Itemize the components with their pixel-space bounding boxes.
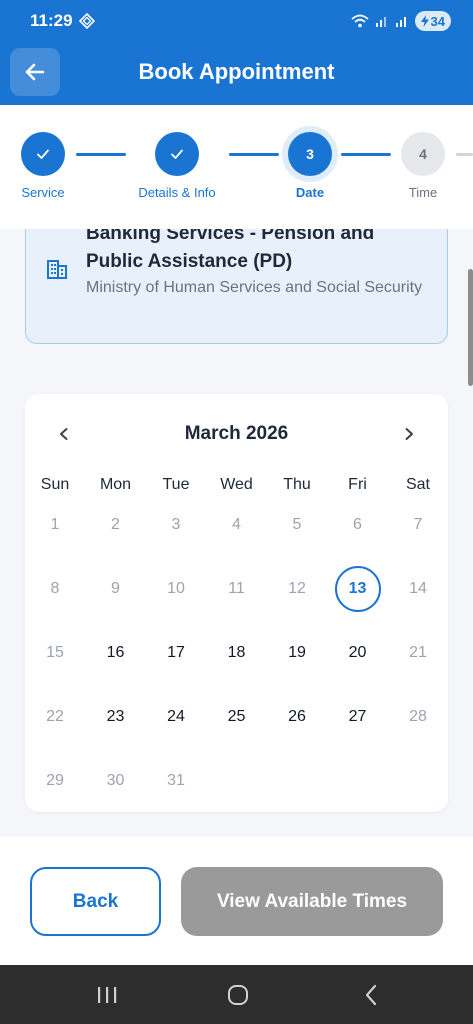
month-title: March 2026 [184, 423, 289, 444]
day-16[interactable]: 16 [93, 630, 139, 676]
vpn-diamond-icon [79, 13, 95, 29]
day-8: 8 [50, 580, 60, 597]
day-15: 15 [46, 644, 64, 661]
battery-level: 34 [430, 13, 445, 29]
step-connector [456, 153, 473, 156]
step-2-indicator [155, 132, 199, 176]
day-22: 22 [46, 708, 64, 725]
day-18[interactable]: 18 [214, 630, 260, 676]
footer-actions: Back View Available Times [0, 837, 473, 965]
scrollbar[interactable] [468, 269, 473, 386]
step-connector [341, 153, 391, 156]
calendar: March 2026 Sun Mon Tue Wed Thu Fri Sat 1234567… [25, 394, 448, 812]
content-area[interactable]: Banking Services - Pension and Public As… [0, 229, 473, 837]
weekday-thu: Thu [283, 476, 311, 493]
day-10: 10 [167, 580, 185, 597]
wifi-icon [350, 14, 369, 28]
weekday-tue: Tue [162, 476, 190, 493]
signal-icon [375, 17, 386, 27]
day-28: 28 [409, 708, 427, 725]
service-ministry: Ministry of Human Services and Social Se… [86, 279, 423, 296]
step-2-label: Details & Info [138, 185, 216, 200]
day-5: 5 [292, 516, 302, 533]
check-icon [37, 149, 49, 159]
day-26[interactable]: 26 [274, 694, 320, 740]
day-11: 11 [228, 580, 245, 597]
step-4-indicator: 4 [401, 132, 445, 176]
progress-stepper: 3 4 Service Details & Info Date Time [0, 105, 473, 229]
status-bar: 11:29 34 [0, 0, 473, 42]
day-27[interactable]: 27 [335, 694, 381, 740]
day-25[interactable]: 25 [214, 694, 260, 740]
day-2: 2 [111, 516, 120, 533]
day-17[interactable]: 17 [153, 630, 199, 676]
day-12: 12 [288, 580, 306, 597]
day-20[interactable]: 20 [335, 630, 381, 676]
day-7: 7 [413, 516, 423, 533]
weekday-fri: Fri [348, 476, 367, 493]
day-23[interactable]: 23 [93, 694, 139, 740]
charging-bolt-icon [420, 15, 429, 27]
recent-apps-icon[interactable] [95, 983, 119, 1007]
day-3: 3 [171, 516, 181, 533]
step-connector [76, 153, 126, 156]
system-nav-bar [0, 965, 473, 1024]
status-time: 11:29 [30, 11, 73, 30]
day-21: 21 [409, 644, 427, 661]
day-30: 30 [106, 772, 125, 789]
view-available-times-button[interactable]: View Available Times [181, 867, 443, 936]
step-1-label: Service [21, 185, 65, 200]
check-icon [171, 149, 183, 159]
day-1: 1 [50, 516, 60, 533]
step-connector [229, 153, 279, 156]
weekday-mon: Mon [99, 476, 132, 493]
step-3-label: Date [295, 185, 325, 200]
selected-day-13[interactable]: 13 [334, 566, 381, 612]
signal-icon-2 [395, 17, 406, 27]
day-24[interactable]: 24 [153, 694, 199, 740]
step-3-indicator: 3 [288, 132, 332, 176]
battery-indicator: 34 [414, 11, 451, 31]
step-4-label: Time [408, 185, 438, 200]
next-month-button[interactable] [396, 421, 422, 447]
day-6: 6 [353, 516, 362, 533]
app-header: 11:29 34 Book Appointment [0, 0, 473, 105]
home-icon[interactable] [226, 983, 250, 1007]
chevron-right-icon [405, 428, 413, 440]
day-9: 9 [111, 580, 120, 597]
weekday-sun: Sun [40, 476, 70, 493]
building-icon [47, 260, 67, 279]
day-4: 4 [232, 516, 241, 533]
weekday-sat: Sat [405, 476, 430, 493]
day-31: 31 [167, 772, 185, 789]
page-title: Book Appointment [138, 59, 335, 84]
status-icons: 34 [350, 10, 451, 32]
back-button[interactable]: Back [30, 867, 161, 936]
step-1-indicator [21, 132, 65, 176]
weekday-wed: Wed [220, 476, 253, 493]
day-19[interactable]: 19 [274, 630, 320, 676]
day-29: 29 [46, 772, 64, 789]
selected-service-card: Banking Services - Pension and Public As… [25, 229, 448, 344]
day-14: 14 [409, 580, 427, 597]
service-name: Banking Services - Pension and Public As… [86, 229, 375, 272]
system-back-icon[interactable] [359, 983, 383, 1007]
